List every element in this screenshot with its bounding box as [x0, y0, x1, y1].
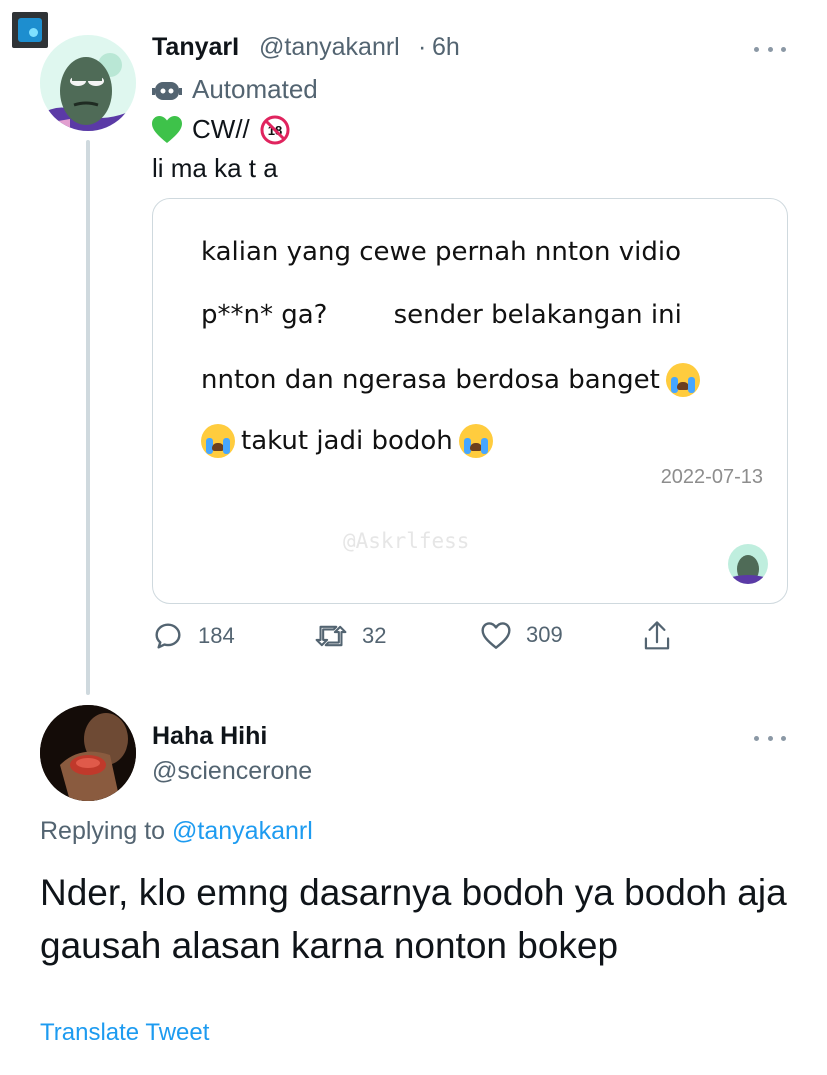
reply-author-handle[interactable]: @sciencerone: [152, 757, 312, 786]
green-heart-icon: [152, 115, 182, 143]
reply-more-icon[interactable]: [754, 733, 786, 743]
card-line-3: nnton dan ngerasa berdosa banget: [201, 363, 706, 397]
replying-to-link[interactable]: @tanyakanrl: [172, 817, 313, 845]
reply-button[interactable]: 184: [152, 620, 235, 652]
crying-face-icon: [458, 424, 493, 458]
translate-tweet-link[interactable]: Translate Tweet: [40, 1019, 209, 1047]
crying-face-icon: [665, 363, 700, 397]
card-line-4: takut jadi bodoh: [201, 424, 499, 458]
corner-app-badge: [12, 12, 48, 48]
attached-image-card[interactable]: kalian yang cewe pernah nnton vidio p**n…: [152, 198, 788, 604]
card-fish-avatar-icon: [728, 544, 768, 584]
thread-connector-line: [86, 140, 90, 695]
card-watermark: @Askrlfess: [343, 529, 470, 553]
no-under-18-icon: 18: [260, 115, 290, 144]
person-holding-object-avatar-icon: [40, 705, 136, 801]
content-warning-row: CW// 18: [152, 114, 290, 145]
tweet-text: li ma ka t a: [152, 153, 278, 183]
automated-label: Automated: [192, 74, 318, 104]
replying-to-line: Replying to @tanyakanrl: [40, 817, 313, 846]
tweet-time[interactable]: 6h: [432, 33, 460, 62]
reply-author-avatar[interactable]: [40, 705, 136, 801]
reply-count: 184: [198, 623, 235, 648]
like-button[interactable]: 309: [480, 620, 563, 650]
reply-icon: [155, 623, 181, 649]
share-button[interactable]: [642, 620, 672, 652]
time-separator: ·: [418, 33, 427, 61]
reply-text: Nder, klo emng dasarnya bodoh ya bodoh a…: [40, 872, 787, 966]
more-icon[interactable]: [754, 44, 786, 54]
automated-label-row: Automated: [152, 74, 318, 105]
author-name[interactable]: TanyarI: [152, 33, 239, 62]
cw-label: CW//: [192, 114, 250, 144]
replying-to-prefix: Replying to: [40, 817, 166, 845]
card-line-1: kalian yang cewe pernah nnton vidio: [201, 237, 681, 267]
retweet-icon: [315, 625, 347, 647]
like-icon: [481, 622, 511, 649]
card-date: 2022-07-13: [660, 466, 763, 488]
crying-face-icon: [201, 424, 235, 458]
reply-author-name[interactable]: Haha Hihi: [152, 722, 267, 751]
like-count: 309: [526, 622, 563, 647]
retweet-count: 32: [362, 623, 387, 648]
author-handle[interactable]: @tanyakanrl: [259, 33, 400, 62]
tweet-action-bar: 184 32 309: [152, 620, 712, 654]
author-avatar[interactable]: [40, 35, 136, 131]
fish-character-avatar-icon: [40, 35, 136, 131]
share-icon: [644, 621, 670, 650]
robot-icon: [152, 81, 182, 100]
card-line-2: p**n* ga? sender belakangan ini: [201, 300, 682, 330]
retweet-button[interactable]: 32: [314, 620, 386, 652]
